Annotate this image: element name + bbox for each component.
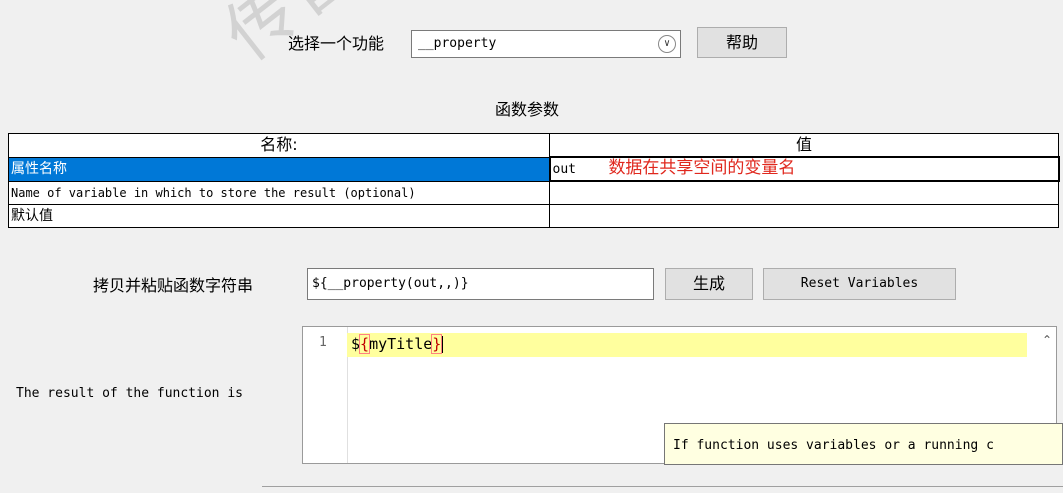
table-header-row: 名称: 值 [8,133,1059,158]
function-select-label: 选择一个功能 [288,34,385,53]
function-string-value[interactable]: ${__property(out,,)} [312,276,469,291]
line-number: 1 [319,335,327,350]
params-table: 名称: 值 属性名称 out 数据在共享空间的变量名 Name of varia… [8,133,1060,228]
help-button[interactable]: 帮助 [697,27,787,58]
param-name-cell[interactable]: 默认值 [8,204,550,228]
generate-button[interactable]: 生成 [665,268,753,300]
params-title: 函数参数 [495,100,560,119]
param-value-cell[interactable] [549,180,1059,205]
function-string-field[interactable]: ${__property(out,,)} [307,268,654,300]
chevron-down-icon[interactable]: ∨ [658,35,676,53]
function-combobox-value: __property [418,36,497,51]
column-header-name[interactable]: 名称: [8,133,550,158]
code-prefix: $ [351,335,361,353]
text-caret [441,336,444,353]
table-row[interactable]: 默认值 [8,204,1059,228]
result-label: The result of the function is [16,386,243,401]
code-variable: myTitle [369,335,433,353]
param-value-cell[interactable]: out 数据在共享空间的变量名 [548,156,1060,182]
param-name-cell[interactable]: Name of variable in which to store the r… [8,180,550,205]
copy-string-label: 拷贝并粘贴函数字符串 [93,276,254,295]
code-close-brace: } [431,334,443,354]
param-value-text[interactable]: out [553,162,576,177]
table-row[interactable]: Name of variable in which to store the r… [8,180,1059,205]
reset-variables-button[interactable]: Reset Variables [763,268,956,300]
function-combobox[interactable]: __property ∨ [411,30,681,58]
column-header-value[interactable]: 值 [549,133,1059,158]
table-row[interactable]: 属性名称 out 数据在共享空间的变量名 [8,156,1060,182]
annotation-note: 数据在共享空间的变量名 [608,158,796,178]
param-name-cell[interactable]: 属性名称 [8,156,550,182]
tooltip: If function uses variables or a running … [664,423,1063,465]
param-value-cell[interactable] [549,204,1059,228]
scroll-up-icon[interactable]: ⌃ [1042,333,1052,347]
current-line-highlight [347,333,1027,357]
code-open-brace: { [359,334,371,354]
bottom-divider [262,486,1063,487]
code-line[interactable]: ${myTitle} [351,333,444,355]
